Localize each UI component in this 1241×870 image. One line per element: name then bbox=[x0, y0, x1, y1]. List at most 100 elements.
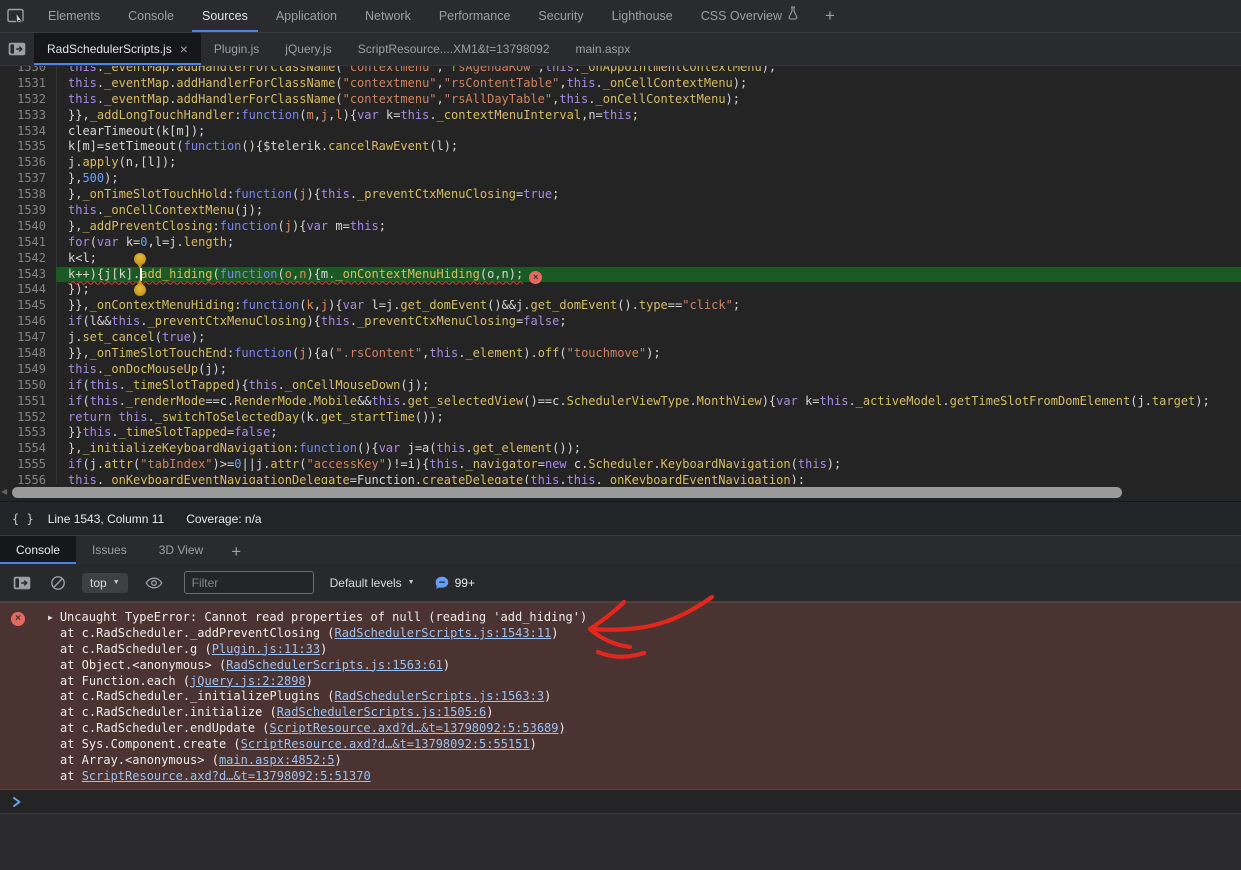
line-number[interactable]: 1554 bbox=[0, 441, 46, 457]
horizontal-scrollbar[interactable]: ◀ bbox=[0, 484, 1241, 501]
console-filter-input[interactable] bbox=[184, 571, 314, 594]
line-number[interactable]: 1530 bbox=[0, 66, 46, 76]
line-number[interactable]: 1547 bbox=[0, 330, 46, 346]
code-line-1555[interactable]: 1555if(j.attr("tabIndex")>=0||j.attr("ac… bbox=[0, 457, 1241, 473]
default-levels-dropdown[interactable]: Default levels ▼ bbox=[330, 576, 415, 590]
line-number[interactable]: 1541 bbox=[0, 235, 46, 251]
tab-elements[interactable]: Elements bbox=[34, 0, 114, 32]
file-tab-jquery-js[interactable]: jQuery.js bbox=[272, 33, 344, 65]
issues-counter[interactable]: 99+ bbox=[435, 576, 475, 590]
add-drawer-tab-button[interactable]: + bbox=[219, 536, 253, 564]
show-navigator-icon[interactable] bbox=[0, 33, 34, 65]
line-number[interactable]: 1556 bbox=[0, 473, 46, 484]
line-number[interactable]: 1550 bbox=[0, 378, 46, 394]
tab-console[interactable]: Console bbox=[114, 0, 188, 32]
scrollbar-thumb[interactable] bbox=[12, 487, 1122, 498]
code-line-1536[interactable]: 1536j.apply(n,[l]); bbox=[0, 155, 1241, 171]
line-number[interactable]: 1533 bbox=[0, 108, 46, 124]
tab-application[interactable]: Application bbox=[262, 0, 351, 32]
inspect-element-icon[interactable] bbox=[0, 0, 34, 32]
file-tab-main-aspx[interactable]: main.aspx bbox=[563, 33, 644, 65]
drawer-tab-console[interactable]: Console bbox=[0, 536, 76, 564]
line-number[interactable]: 1539 bbox=[0, 203, 46, 219]
live-expression-eye-icon[interactable] bbox=[142, 571, 166, 595]
code-line-1546[interactable]: 1546if(l&&this._preventCtxMenuClosing){t… bbox=[0, 314, 1241, 330]
code-line-1543[interactable]: 1543k++){j[k].add_hiding(function(o,n){m… bbox=[0, 267, 1241, 283]
stack-link[interactable]: main.aspx:4852:5 bbox=[219, 753, 335, 767]
code-line-1550[interactable]: 1550if(this._timeSlotTapped){this._onCel… bbox=[0, 378, 1241, 394]
line-number[interactable]: 1532 bbox=[0, 92, 46, 108]
drawer-tab-issues[interactable]: Issues bbox=[76, 536, 143, 564]
line-number[interactable]: 1548 bbox=[0, 346, 46, 362]
code-line-1551[interactable]: 1551if(this._renderMode==c.RenderMode.Mo… bbox=[0, 394, 1241, 410]
context-selector[interactable]: top ▼ bbox=[82, 573, 128, 593]
code-line-1542[interactable]: 1542k<l; bbox=[0, 251, 1241, 267]
code-line-1535[interactable]: 1535k[m]=setTimeout(function(){$telerik.… bbox=[0, 139, 1241, 155]
code-line-1530[interactable]: 1530this._eventMap.addHandlerForClassNam… bbox=[0, 66, 1241, 76]
file-tab-plugin-js[interactable]: Plugin.js bbox=[201, 33, 272, 65]
line-number[interactable]: 1535 bbox=[0, 139, 46, 155]
selection-handle-top[interactable] bbox=[134, 253, 146, 265]
code-line-1548[interactable]: 1548}},_onTimeSlotTouchEnd:function(j){a… bbox=[0, 346, 1241, 362]
code-line-1533[interactable]: 1533}},_addLongTouchHandler:function(m,j… bbox=[0, 108, 1241, 124]
code-line-1539[interactable]: 1539this._onCellContextMenu(j); bbox=[0, 203, 1241, 219]
line-number[interactable]: 1534 bbox=[0, 124, 46, 140]
close-icon[interactable]: × bbox=[180, 42, 188, 56]
console-prompt[interactable] bbox=[0, 790, 1241, 813]
stack-link[interactable]: RadSchedulerScripts.js:1563:61 bbox=[226, 658, 443, 672]
code-line-1545[interactable]: 1545}},_onContextMenuHiding:function(k,j… bbox=[0, 298, 1241, 314]
stack-link[interactable]: ScriptResource.axd?d…&t=13798092:5:55151 bbox=[241, 737, 530, 751]
tab-network[interactable]: Network bbox=[351, 0, 425, 32]
code-line-1553[interactable]: 1553}}this._timeSlotTapped=false; bbox=[0, 425, 1241, 441]
drawer-tab-3d-view[interactable]: 3D View bbox=[143, 536, 219, 564]
line-number[interactable]: 1538 bbox=[0, 187, 46, 203]
line-number[interactable]: 1543 bbox=[0, 267, 46, 283]
code-line-1534[interactable]: 1534clearTimeout(k[m]); bbox=[0, 124, 1241, 140]
line-number[interactable]: 1542 bbox=[0, 251, 46, 267]
line-number[interactable]: 1551 bbox=[0, 394, 46, 410]
line-number[interactable]: 1545 bbox=[0, 298, 46, 314]
line-number[interactable]: 1536 bbox=[0, 155, 46, 171]
file-tab-radschedulerscripts-js[interactable]: RadSchedulerScripts.js× bbox=[34, 33, 201, 65]
line-number[interactable]: 1544 bbox=[0, 282, 46, 298]
code-line-1540[interactable]: 1540},_addPreventClosing:function(j){var… bbox=[0, 219, 1241, 235]
stack-link[interactable]: ScriptResource.axd?d…&t=13798092:5:53689 bbox=[270, 721, 559, 735]
expand-triangle-icon[interactable]: ▶ bbox=[48, 610, 53, 626]
stack-link[interactable]: RadSchedulerScripts.js:1543:11 bbox=[335, 626, 552, 640]
code-line-1547[interactable]: 1547j.set_cancel(true); bbox=[0, 330, 1241, 346]
tab-lighthouse[interactable]: Lighthouse bbox=[598, 0, 687, 32]
line-number[interactable]: 1552 bbox=[0, 410, 46, 426]
code-line-1552[interactable]: 1552return this._switchToSelectedDay(k.g… bbox=[0, 410, 1241, 426]
line-number[interactable]: 1549 bbox=[0, 362, 46, 378]
line-number[interactable]: 1546 bbox=[0, 314, 46, 330]
inline-error-icon[interactable]: × bbox=[529, 271, 542, 284]
code-line-1538[interactable]: 1538},_onTimeSlotTouchHold:function(j){t… bbox=[0, 187, 1241, 203]
line-number[interactable]: 1531 bbox=[0, 76, 46, 92]
line-number[interactable]: 1555 bbox=[0, 457, 46, 473]
more-panels-button[interactable]: + bbox=[813, 0, 847, 32]
selection-handle-bottom[interactable] bbox=[134, 284, 146, 296]
tab-sources[interactable]: Sources bbox=[188, 0, 262, 32]
code-line-1549[interactable]: 1549this._onDocMouseUp(j); bbox=[0, 362, 1241, 378]
file-tab-scriptresource-xm1-t-13798092[interactable]: ScriptResource....XM1&t=13798092 bbox=[345, 33, 563, 65]
tab-performance[interactable]: Performance bbox=[425, 0, 525, 32]
code-line-1541[interactable]: 1541for(var k=0,l=j.length; bbox=[0, 235, 1241, 251]
code-line-1532[interactable]: 1532this._eventMap.addHandlerForClassNam… bbox=[0, 92, 1241, 108]
stack-link[interactable]: jQuery.js:2:2898 bbox=[190, 674, 306, 688]
stack-link[interactable]: ScriptResource.axd?d…&t=13798092:5:51370 bbox=[82, 769, 371, 783]
stack-link[interactable]: Plugin.js:11:33 bbox=[212, 642, 320, 656]
line-number[interactable]: 1537 bbox=[0, 171, 46, 187]
code-line-1556[interactable]: 1556this._onKeyboardEventNavigationDeleg… bbox=[0, 473, 1241, 484]
stack-link[interactable]: RadSchedulerScripts.js:1563:3 bbox=[335, 689, 545, 703]
code-editor[interactable]: 1530this._eventMap.addHandlerForClassNam… bbox=[0, 66, 1241, 484]
line-number[interactable]: 1553 bbox=[0, 425, 46, 441]
code-line-1554[interactable]: 1554},_initializeKeyboardNavigation:func… bbox=[0, 441, 1241, 457]
code-line-1531[interactable]: 1531this._eventMap.addHandlerForClassNam… bbox=[0, 76, 1241, 92]
tab-css-overview[interactable]: CSS Overview bbox=[687, 0, 813, 32]
console-sidebar-icon[interactable] bbox=[10, 571, 34, 595]
code-line-1544[interactable]: 1544}); bbox=[0, 282, 1241, 298]
code-line-1537[interactable]: 1537},500); bbox=[0, 171, 1241, 187]
line-number[interactable]: 1540 bbox=[0, 219, 46, 235]
pretty-print-icon[interactable]: { } bbox=[12, 512, 34, 526]
tab-security[interactable]: Security bbox=[524, 0, 597, 32]
